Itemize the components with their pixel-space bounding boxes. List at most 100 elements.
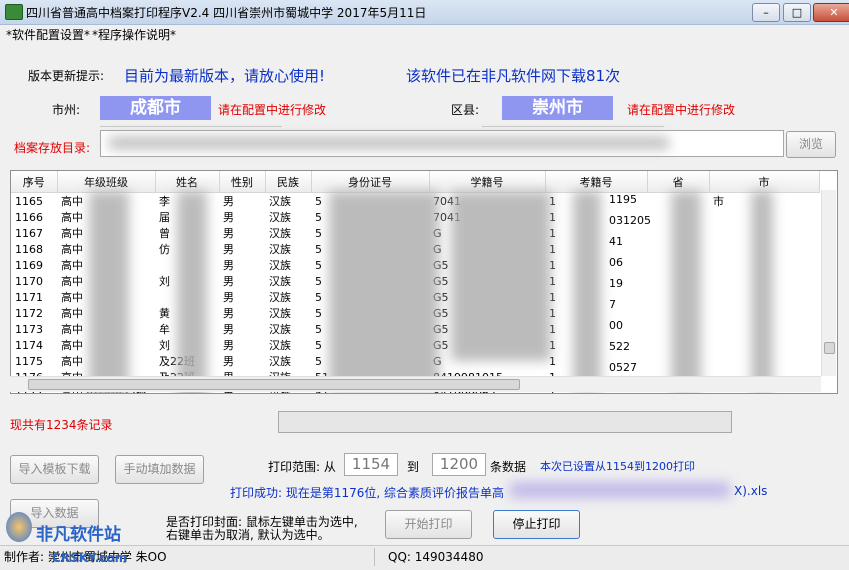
table-cell: 男 [223, 259, 234, 272]
manual-add-button[interactable]: 手动填加数据 [115, 455, 204, 484]
update-label: 版本更新提示: [28, 69, 105, 83]
table-cell: 1165 [15, 194, 43, 208]
exam-number-fragment: 00 [609, 319, 623, 332]
table-cell: 汉族 [269, 339, 291, 352]
print-from-input[interactable]: 1154 [344, 453, 398, 476]
table-cell: 1168 [15, 242, 43, 256]
student-table[interactable]: 序号 年级班级 姓名 性别 民族 身份证号 学籍号 考籍号省市 1165 高中李男汉族 5 7041… [10, 170, 838, 394]
print-to-input[interactable]: 1200 [432, 453, 486, 476]
watermark-logo-icon [6, 512, 32, 542]
table-cell: 1171 [15, 290, 43, 304]
city-underline [100, 126, 282, 127]
column-header[interactable]: 身份证号 [311, 171, 430, 193]
table-cell: 汉族 [269, 259, 291, 272]
vscroll-thumb[interactable] [824, 342, 835, 354]
archive-label: 档案存放目录: [14, 141, 91, 155]
district-underline [482, 126, 664, 127]
table-cell: 男 [223, 291, 234, 304]
table-cell: 汉族 [269, 323, 291, 336]
table-cell: 1170 [15, 274, 43, 288]
exam-number-fragment: 7 [609, 298, 616, 311]
district-hint: 请在配置中进行修改 [627, 103, 736, 117]
redacted-class [89, 191, 129, 393]
archive-path-input[interactable] [100, 130, 784, 157]
table-cell: 1167 [15, 226, 43, 240]
redacted-city [751, 191, 773, 391]
table-cell: 男 [223, 323, 234, 336]
record-count: 现共有1234条记录 [10, 418, 113, 432]
column-header[interactable]: 考籍号 [545, 171, 648, 193]
table-cell: 1173 [15, 322, 43, 336]
archive-path-redacted [109, 137, 669, 149]
cover-hint-line2: 右键单击为取消, 默认为选中。 [166, 528, 330, 542]
maximize-button[interactable]: □ [783, 3, 811, 22]
download-count: 该软件已在非凡软件网下载81次 [406, 67, 621, 85]
table-cell: 1174 [15, 338, 43, 352]
watermark-subtext: CRSKY.com [52, 551, 128, 565]
start-print-button[interactable]: 开始打印 [385, 510, 472, 539]
column-header[interactable]: 姓名 [155, 171, 220, 193]
print-range-note: 本次已设置从1154到1200打印 [540, 460, 695, 473]
print-range-label: 打印范围: 从 [268, 460, 336, 474]
window-title: 四川省普通高中档案打印程序V2.4 四川省崇州市蜀城中学 2017年5月11日 [26, 6, 427, 20]
menu-program-help[interactable]: *程序操作说明* [92, 26, 176, 43]
table-cell: 1169 [15, 258, 43, 272]
table-cell: 汉族 [269, 307, 291, 320]
table-vertical-scrollbar[interactable] [821, 190, 836, 376]
column-header[interactable]: 序号 [11, 171, 58, 193]
hscroll-thumb[interactable] [28, 379, 520, 390]
table-cell: 汉族 [269, 291, 291, 304]
table-cell: 男 [223, 195, 234, 208]
browse-button[interactable]: 浏览 [786, 131, 836, 158]
watermark-text: 非凡软件站 [36, 525, 121, 545]
menu-bar: *软件配置设置* *程序操作说明* [0, 24, 849, 42]
redacted-id [329, 191, 439, 391]
column-header[interactable]: 市 [709, 171, 820, 193]
table-cell: 汉族 [269, 355, 291, 368]
print-unit-label: 条数据 [490, 460, 527, 474]
exam-number-fragment: 06 [609, 256, 623, 269]
title-bar: 四川省普通高中档案打印程序V2.4 四川省崇州市蜀城中学 2017年5月11日 … [0, 0, 849, 25]
district-label: 区县: [451, 103, 480, 117]
table-cell: 汉族 [269, 243, 291, 256]
table-cell: 男 [223, 227, 234, 240]
status-qq: QQ: 149034480 [388, 550, 484, 564]
table-cell: 男 [223, 275, 234, 288]
stop-print-button[interactable]: 停止打印 [493, 510, 580, 539]
table-cell: 男 [223, 355, 234, 368]
column-header[interactable]: 性别 [219, 171, 266, 193]
column-header[interactable]: 民族 [265, 171, 312, 193]
table-horizontal-scrollbar[interactable] [10, 376, 821, 392]
table-cell: 男 [223, 339, 234, 352]
exam-number-fragment: 0527 [609, 361, 637, 374]
city-value: 成都市 [100, 96, 211, 120]
table-cell: 男 [223, 211, 234, 224]
table-header-row: 序号 年级班级 姓名 性别 民族 身份证号 学籍号 考籍号省市 [11, 171, 820, 193]
city-hint: 请在配置中进行修改 [218, 103, 327, 117]
table-cell: 汉族 [269, 227, 291, 240]
print-to-label: 到 [407, 460, 420, 474]
exam-number-fragment: 1195 [609, 193, 637, 206]
column-header[interactable]: 年级班级 [57, 171, 156, 193]
redacted-name [177, 191, 207, 393]
district-value: 崇州市 [502, 96, 613, 120]
table-cell: 汉族 [269, 195, 291, 208]
import-template-button[interactable]: 导入模板下载 [10, 455, 99, 484]
redacted-student-no [451, 191, 551, 361]
print-success-message: 打印成功: 现在是第1176位, 综合素质评价报告单高 [230, 486, 505, 500]
redacted-exam-no [573, 191, 601, 391]
column-header[interactable]: 学籍号 [429, 171, 546, 193]
print-success-redacted [510, 482, 730, 498]
menu-software-config[interactable]: *软件配置设置* [6, 26, 90, 43]
exam-number-fragment: 522 [609, 340, 630, 353]
close-button[interactable]: ✕ [813, 3, 849, 22]
column-header[interactable]: 省 [647, 171, 710, 193]
redacted-province [671, 191, 701, 391]
table-cell: 1166 [15, 210, 43, 224]
minimize-button[interactable]: – [752, 3, 780, 22]
print-success-suffix: X).xls [734, 484, 768, 498]
table-cell: 1175 [15, 354, 43, 368]
print-progress-bar [278, 411, 732, 433]
exam-number-fragment: 41 [609, 235, 623, 248]
table-cell: 汉族 [269, 211, 291, 224]
